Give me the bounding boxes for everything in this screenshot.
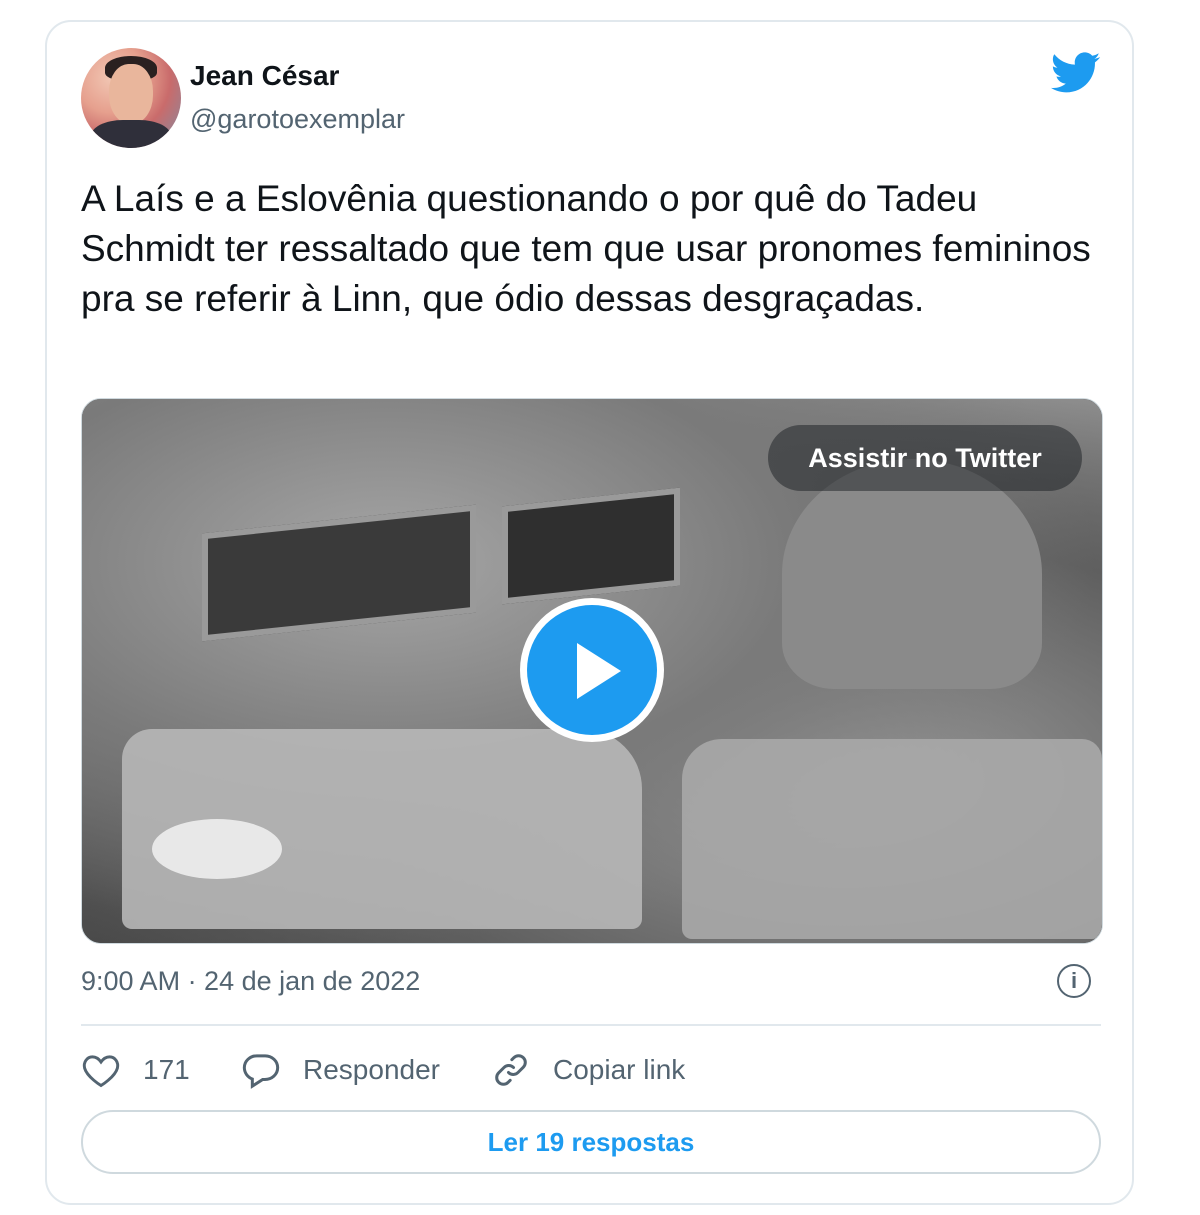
avatar-shirt: [91, 120, 171, 148]
tweet-timestamp[interactable]: 9:00 AM · 24 de jan de 2022: [81, 966, 420, 997]
thumbnail-bed: [682, 739, 1102, 939]
reply-button[interactable]: Responder: [241, 1051, 491, 1089]
thumbnail-window: [502, 487, 680, 605]
speech-bubble-icon: [242, 1054, 280, 1089]
play-button-circle: [527, 605, 657, 735]
watch-on-twitter-button[interactable]: Assistir no Twitter: [768, 425, 1082, 491]
author-handle[interactable]: @garotoexemplar: [190, 104, 405, 135]
thumbnail-lamp: [152, 819, 282, 879]
like-count: 171: [143, 1054, 190, 1085]
copy-link-label: Copiar link: [553, 1054, 686, 1085]
heart-icon: [82, 1055, 120, 1088]
thumbnail-headboard: [782, 459, 1042, 689]
reply-label: Responder: [303, 1054, 440, 1085]
like-button[interactable]: 171: [81, 1052, 241, 1088]
play-icon: [577, 643, 621, 699]
read-replies-button[interactable]: Ler 19 respostas: [81, 1110, 1101, 1174]
tweet-card: Jean César @garotoexemplar A Laís e a Es…: [45, 20, 1134, 1205]
twitter-bird-icon[interactable]: [1051, 52, 1101, 94]
divider: [81, 1024, 1101, 1026]
video-player[interactable]: Assistir no Twitter: [81, 398, 1103, 944]
link-icon: [495, 1054, 527, 1086]
info-icon[interactable]: i: [1057, 964, 1091, 998]
play-button[interactable]: [520, 598, 664, 742]
avatar[interactable]: [81, 48, 181, 148]
author-name[interactable]: Jean César: [190, 60, 339, 92]
tweet-text: A Laís e a Eslovênia questionando o por …: [81, 178, 1091, 319]
action-bar: 171 Responder Copiar link: [81, 1047, 685, 1093]
copy-link-button[interactable]: Copiar link: [491, 1050, 685, 1090]
avatar-face: [109, 64, 153, 124]
